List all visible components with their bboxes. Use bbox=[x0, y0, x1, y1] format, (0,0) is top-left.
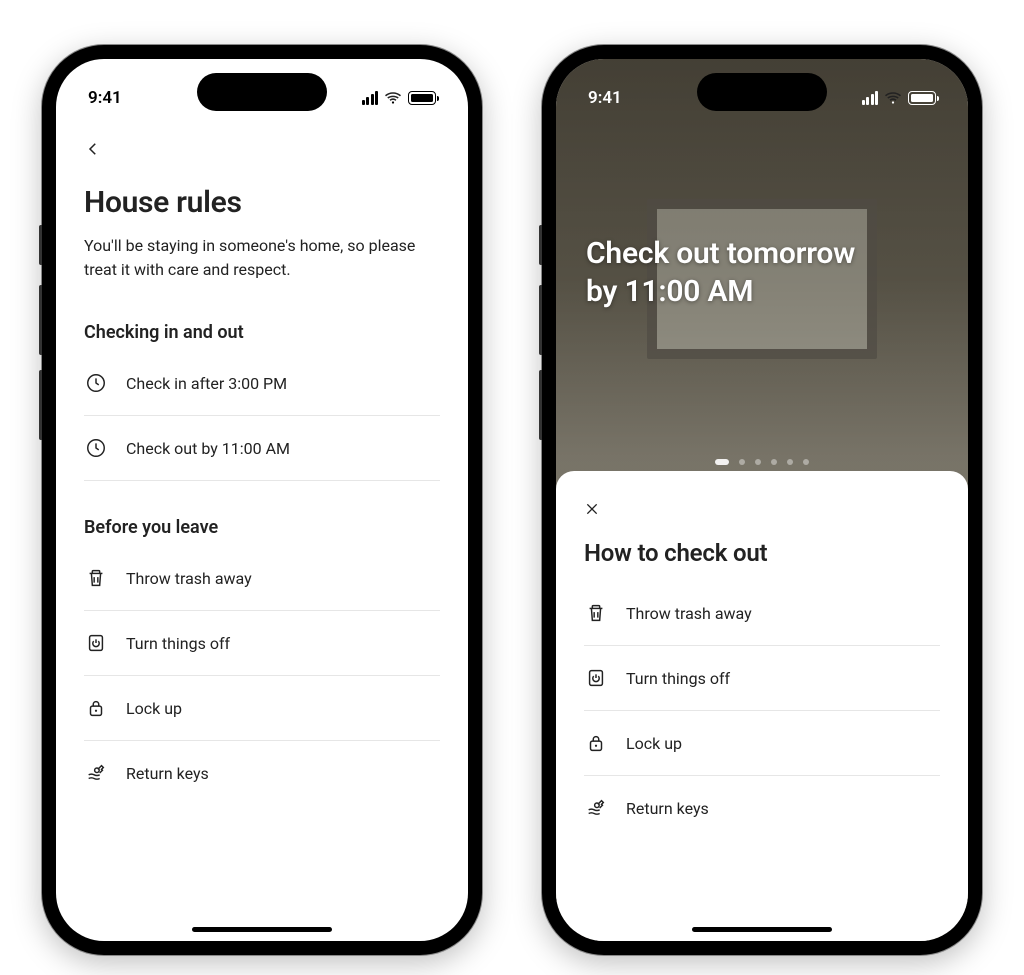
cellular-icon bbox=[862, 91, 879, 105]
phone-left: 9:41 House rules You'll be staying in so… bbox=[42, 45, 482, 955]
row-keys: Return keys bbox=[84, 741, 440, 805]
screen-right: 9:41 Check out tomorrow by 11:00 AM How … bbox=[556, 59, 968, 941]
battery-icon bbox=[408, 91, 436, 105]
page-title: House rules bbox=[84, 185, 440, 220]
page-subtitle: You'll be staying in someone's home, so … bbox=[84, 234, 424, 282]
close-icon bbox=[584, 501, 600, 517]
row-label: Lock up bbox=[126, 699, 182, 718]
row-off: Turn things off bbox=[84, 611, 440, 676]
sheet-title: How to check out bbox=[584, 539, 940, 567]
power-icon bbox=[584, 666, 608, 690]
checkout-text: Check out by 11:00 AM bbox=[126, 439, 290, 458]
house-rules-content: House rules You'll be staying in someone… bbox=[56, 59, 468, 941]
row-label: Lock up bbox=[626, 734, 682, 753]
carousel-dots[interactable] bbox=[715, 459, 809, 465]
home-indicator[interactable] bbox=[192, 927, 332, 932]
phone-right: 9:41 Check out tomorrow by 11:00 AM How … bbox=[542, 45, 982, 955]
cellular-icon bbox=[362, 91, 379, 105]
lock-icon bbox=[584, 731, 608, 755]
hero-line2: by 11:00 AM bbox=[586, 273, 938, 311]
home-indicator[interactable] bbox=[692, 927, 832, 932]
checkin-text: Check in after 3:00 PM bbox=[126, 374, 287, 393]
section-before-head: Before you leave bbox=[84, 517, 440, 538]
row-label: Turn things off bbox=[126, 634, 230, 653]
row-trash: Throw trash away bbox=[84, 546, 440, 611]
status-right bbox=[862, 91, 937, 105]
row-label: Return keys bbox=[626, 799, 709, 818]
chevron-left-icon bbox=[84, 140, 102, 158]
status-time: 9:41 bbox=[88, 88, 122, 108]
screen-left: 9:41 House rules You'll be staying in so… bbox=[56, 59, 468, 941]
hero-line1: Check out tomorrow bbox=[586, 235, 938, 273]
hero-title: Check out tomorrow by 11:00 AM bbox=[586, 235, 938, 310]
row-label: Throw trash away bbox=[126, 569, 252, 588]
trash-icon bbox=[84, 566, 108, 590]
back-button[interactable] bbox=[84, 131, 120, 167]
row-checkin: Check in after 3:00 PM bbox=[84, 351, 440, 416]
row-lock: Lock up bbox=[84, 676, 440, 741]
row-lock: Lock up bbox=[584, 711, 940, 776]
close-button[interactable] bbox=[584, 493, 616, 525]
trash-icon bbox=[584, 601, 608, 625]
keys-icon bbox=[84, 761, 108, 785]
status-right bbox=[362, 91, 437, 105]
row-checkout: Check out by 11:00 AM bbox=[84, 416, 440, 481]
dynamic-island bbox=[697, 73, 827, 111]
row-keys: Return keys bbox=[584, 776, 940, 840]
clock-icon bbox=[84, 371, 108, 395]
wifi-icon bbox=[384, 91, 402, 105]
wifi-icon bbox=[884, 91, 902, 105]
row-label: Return keys bbox=[126, 764, 209, 783]
row-off: Turn things off bbox=[584, 646, 940, 711]
row-label: Throw trash away bbox=[626, 604, 752, 623]
clock-icon bbox=[84, 436, 108, 460]
dynamic-island bbox=[197, 73, 327, 111]
keys-icon bbox=[584, 796, 608, 820]
section-checking-head: Checking in and out bbox=[84, 322, 440, 343]
battery-icon bbox=[908, 91, 936, 105]
lock-icon bbox=[84, 696, 108, 720]
checkout-sheet: How to check out Throw trash away Turn t… bbox=[556, 471, 968, 941]
row-trash: Throw trash away bbox=[584, 581, 940, 646]
row-label: Turn things off bbox=[626, 669, 730, 688]
status-time: 9:41 bbox=[588, 88, 622, 108]
power-icon bbox=[84, 631, 108, 655]
